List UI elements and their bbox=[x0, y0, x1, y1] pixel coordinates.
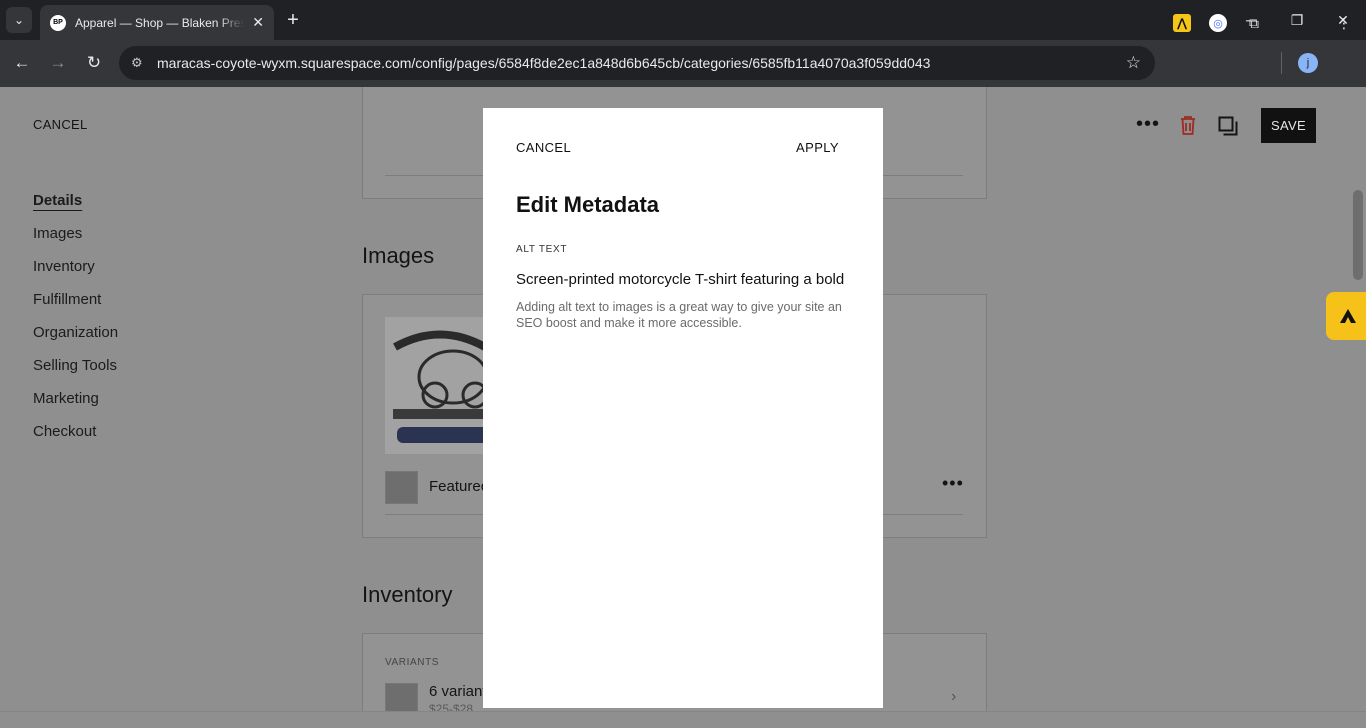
forward-arrow-icon[interactable]: → bbox=[46, 51, 70, 75]
browser-tab-bar: ⌄ BP Apparel — Shop — Blaken Pres ✕ + ─ … bbox=[0, 0, 1366, 40]
bookmark-star-icon[interactable]: ☆ bbox=[1126, 53, 1141, 73]
edit-metadata-modal: CANCEL APPLY Edit Metadata ALT TEXT Addi… bbox=[483, 108, 883, 708]
address-bar[interactable]: ⚙ maracas-coyote-wyxm.squarespace.com/co… bbox=[119, 46, 1155, 80]
tab-title: Apparel — Shop — Blaken Pres bbox=[75, 15, 245, 30]
images-section-title: Images bbox=[362, 243, 435, 268]
browser-menu-icon[interactable]: ⋮ bbox=[1333, 12, 1355, 34]
variants-price: $25-$28 bbox=[429, 702, 474, 711]
horizontal-scrollbar[interactable] bbox=[0, 711, 1366, 728]
image-more-options-icon[interactable]: ••• bbox=[942, 473, 964, 494]
back-arrow-icon[interactable]: ← bbox=[10, 51, 34, 75]
alt-text-label: ALT TEXT bbox=[516, 244, 568, 255]
sidebar-item-details[interactable]: Details bbox=[33, 191, 118, 224]
alt-text-help: Adding alt text to images is a great way… bbox=[516, 300, 842, 330]
toolbar-separator bbox=[1281, 52, 1282, 74]
variants-count: 6 variant bbox=[429, 683, 487, 700]
tab-search-chevron-icon[interactable]: ⌄ bbox=[6, 7, 32, 33]
duplicate-icon[interactable] bbox=[1218, 116, 1238, 136]
modal-apply-button[interactable]: APPLY bbox=[796, 140, 839, 155]
editor-sidebar: Details Images Inventory Fulfillment Org… bbox=[33, 191, 118, 455]
sidebar-item-selling-tools[interactable]: Selling Tools bbox=[33, 356, 118, 389]
browser-toolbar: ← → ↻ ⚙ maracas-coyote-wyxm.squarespace.… bbox=[0, 40, 1366, 87]
window-restore-icon[interactable]: ❐ bbox=[1274, 0, 1320, 40]
sidebar-item-inventory[interactable]: Inventory bbox=[33, 257, 118, 290]
sidebar-item-marketing[interactable]: Marketing bbox=[33, 389, 118, 422]
floating-extension-widget[interactable] bbox=[1326, 292, 1366, 340]
sidebar-item-fulfillment[interactable]: Fulfillment bbox=[33, 290, 118, 323]
more-options-icon[interactable]: ••• bbox=[1136, 113, 1160, 136]
featured-image-label: Featurec bbox=[429, 478, 489, 495]
url-text: maracas-coyote-wyxm.squarespace.com/conf… bbox=[157, 55, 931, 71]
variants-chevron-right-icon[interactable]: › bbox=[951, 688, 956, 706]
modal-title: Edit Metadata bbox=[516, 192, 660, 217]
tab-close-icon[interactable]: ✕ bbox=[252, 14, 264, 31]
extension-circle-icon[interactable]: ◎ bbox=[1209, 14, 1227, 32]
sidebar-item-images[interactable]: Images bbox=[33, 224, 118, 257]
reload-icon[interactable]: ↻ bbox=[82, 51, 106, 75]
featured-image-small-thumbnail bbox=[385, 471, 418, 504]
site-info-icon[interactable]: ⚙ bbox=[131, 55, 155, 71]
favicon-icon: BP bbox=[50, 14, 66, 31]
extensions-puzzle-icon[interactable]: ⧉ bbox=[1243, 12, 1265, 34]
modal-cancel-button[interactable]: CANCEL bbox=[516, 140, 571, 155]
profile-avatar[interactable]: j bbox=[1298, 53, 1318, 73]
page-cancel-button[interactable]: CANCEL bbox=[33, 117, 88, 132]
alt-text-input[interactable] bbox=[516, 271, 850, 288]
sidebar-item-checkout[interactable]: Checkout bbox=[33, 422, 118, 455]
variants-label: VARIANTS bbox=[385, 657, 440, 668]
browser-tab-active[interactable]: BP Apparel — Shop — Blaken Pres ✕ bbox=[40, 5, 274, 40]
inventory-section-title: Inventory bbox=[362, 582, 453, 607]
product-image-thumbnail[interactable] bbox=[385, 317, 495, 454]
new-tab-plus-icon[interactable]: + bbox=[282, 8, 304, 32]
vertical-scrollbar-thumb[interactable] bbox=[1353, 190, 1363, 280]
trash-icon[interactable] bbox=[1179, 115, 1197, 135]
triangle-logo-icon bbox=[1340, 309, 1356, 323]
sidebar-item-organization[interactable]: Organization bbox=[33, 323, 118, 356]
extension-triangle-icon[interactable]: ⋀ bbox=[1173, 14, 1191, 32]
vertical-scrollbar[interactable] bbox=[1350, 87, 1366, 711]
save-button[interactable]: SAVE bbox=[1261, 108, 1316, 143]
variant-thumbnail bbox=[385, 683, 418, 711]
